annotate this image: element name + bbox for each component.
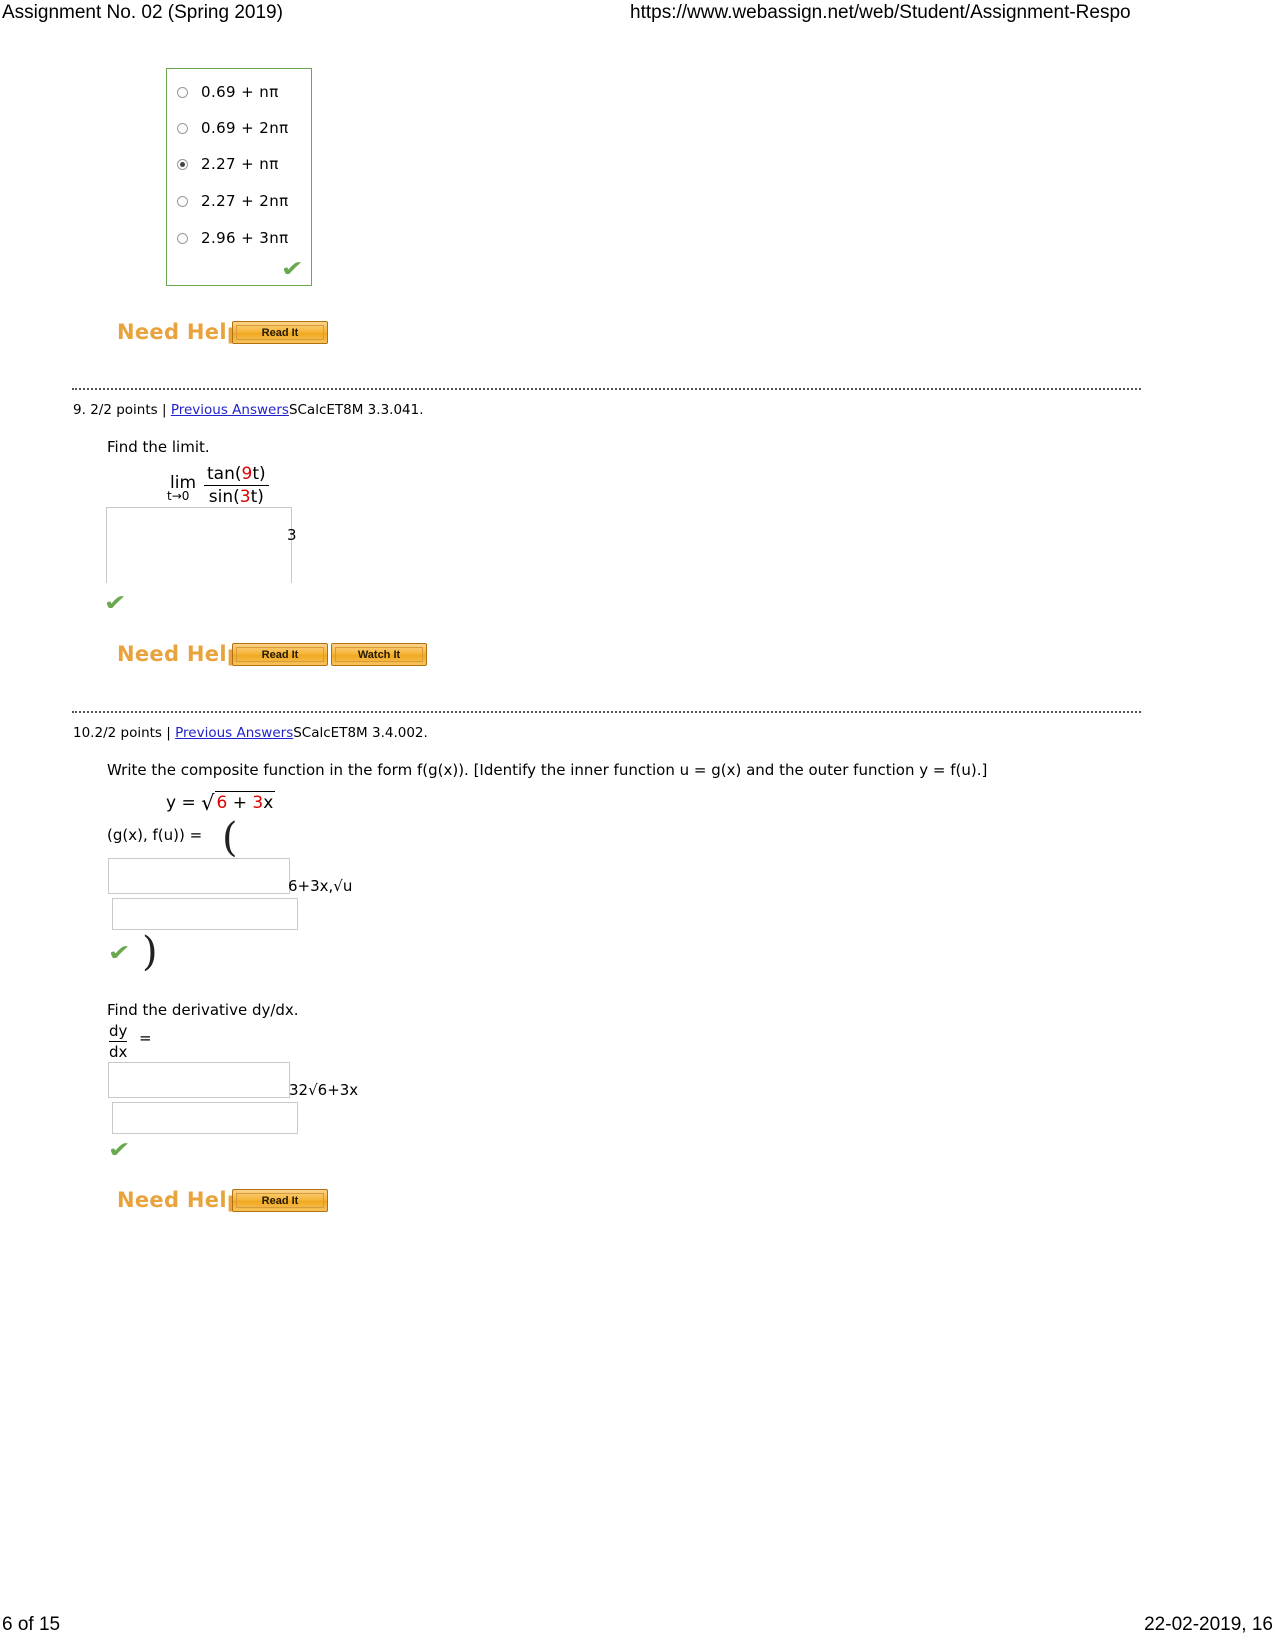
read-it-button-q9[interactable]: Read It: [232, 643, 328, 666]
choice-row-5[interactable]: 2.96 + 3nπ: [177, 229, 289, 247]
question-9-separator: |: [161, 402, 167, 418]
answer-value-q10: 6+3x,√u: [288, 877, 353, 895]
radicand-coefficient: 3: [252, 793, 264, 813]
choice-label-3: 2.27 + nπ: [201, 155, 279, 173]
print-header: Assignment No. 02 (Spring 2019) https://…: [0, 0, 1275, 34]
read-it-button-q9-label: Read It: [236, 647, 324, 662]
radio-button-5[interactable]: [177, 232, 188, 244]
question-10-points: 2/2 points: [94, 725, 162, 741]
close-paren-q10: ): [142, 929, 158, 975]
radio-button-3[interactable]: [177, 158, 188, 170]
derivative-input-denominator[interactable]: [112, 1102, 298, 1134]
dy-dx-fraction: dy dx: [109, 1022, 128, 1061]
question-divider-1: [72, 388, 1141, 390]
answer-value-q9: 3: [287, 526, 297, 544]
correct-check-icon-q8: ✔: [280, 257, 304, 282]
pair-label-q10: (g(x), f(u)) =: [107, 826, 203, 844]
limit-fraction-q9: tan(9t) sin(3t): [204, 464, 269, 507]
page-url: https://www.webassign.net/web/Student/As…: [630, 2, 1131, 23]
watch-it-button-q9[interactable]: Watch It: [331, 643, 427, 666]
limit-numerator-q9: tan(9t): [207, 464, 266, 484]
derivative-equals: =: [139, 1029, 152, 1047]
radio-button-4[interactable]: [177, 195, 188, 207]
previous-answers-link-q9[interactable]: Previous Answers: [171, 402, 289, 418]
question-10-meta: 10.2/2 points | Previous AnswersSCalcET8…: [73, 725, 428, 741]
choice-row-1[interactable]: 0.69 + nπ: [177, 83, 279, 101]
radio-button-2[interactable]: [177, 122, 188, 134]
read-it-button-q8-label: Read It: [236, 325, 324, 340]
question-9-prompt: Find the limit.: [107, 438, 210, 456]
answer-input-q9-extension[interactable]: [106, 555, 292, 583]
question-10-prompt: Write the composite function in the form…: [107, 761, 988, 779]
read-it-button-q10-label: Read It: [236, 1193, 324, 1208]
radical-sign-icon: √: [201, 791, 215, 815]
limit-denominator-q9: sin(3t): [208, 487, 264, 507]
dx-denominator: dx: [109, 1043, 128, 1061]
derivative-answer-value: 32√6+3x: [289, 1081, 359, 1099]
question-10-code: SCalcET8M 3.4.002.: [293, 725, 428, 741]
choice-label-2: 0.69 + 2nπ: [201, 119, 289, 137]
radicand: 6 + 3x: [214, 791, 276, 813]
limit-denominator-param: 3: [239, 487, 251, 507]
question-9-points: 2/2 points: [90, 402, 158, 418]
watch-it-button-q9-label: Watch It: [335, 647, 423, 662]
radio-button-1[interactable]: [177, 86, 188, 98]
correct-check-icon-q10-derivative: ✔: [107, 1138, 131, 1163]
radicand-const: 6: [216, 793, 228, 813]
fraction-bar-q9: [204, 485, 269, 486]
question-9-meta: 9. 2/2 points | Previous AnswersSCalcET8…: [73, 402, 424, 418]
correct-check-icon-q9: ✔: [103, 591, 127, 616]
choice-label-5: 2.96 + 3nπ: [201, 229, 289, 247]
answer-input-q10-fu[interactable]: [112, 898, 298, 930]
previous-answers-link-q10[interactable]: Previous Answers: [175, 725, 293, 741]
print-date: 22-02-2019, 16: [1144, 1614, 1273, 1635]
question-10-number: 10.: [73, 725, 95, 741]
multiple-choice-box: 0.69 + nπ 0.69 + 2nπ 2.27 + nπ 2.27 + 2n…: [166, 68, 312, 286]
read-it-button-q10[interactable]: Read It: [232, 1189, 328, 1212]
choice-row-2[interactable]: 0.69 + 2nπ: [177, 119, 289, 137]
function-lhs: y =: [166, 793, 196, 813]
assignment-title: Assignment No. 02 (Spring 2019): [2, 2, 283, 23]
question-9-number: 9.: [73, 402, 86, 418]
question-divider-2: [72, 711, 1141, 713]
derivative-prompt-q10: Find the derivative dy/dx.: [107, 1001, 299, 1019]
choice-row-4[interactable]: 2.27 + 2nπ: [177, 192, 289, 210]
limit-subscript-q9: t→0: [167, 489, 190, 503]
read-it-button-q8[interactable]: Read It: [232, 321, 328, 344]
choice-label-1: 0.69 + nπ: [201, 83, 279, 101]
derivative-input-numerator[interactable]: [108, 1062, 290, 1098]
correct-check-icon-q10-pair: ✔: [107, 941, 131, 966]
question-10-separator: |: [166, 725, 171, 741]
function-definition-q10: y = √ 6 + 3x: [166, 791, 276, 815]
choice-label-4: 2.27 + 2nπ: [201, 192, 289, 210]
print-footer: 6 of 15 22-02-2019, 16: [0, 1614, 1275, 1644]
limit-numerator-param: 9: [241, 464, 253, 484]
dy-numerator: dy: [109, 1022, 128, 1040]
question-9-code: SCalcET8M 3.3.041.: [288, 402, 424, 418]
dy-dx-bar: [109, 1041, 128, 1042]
choice-row-3[interactable]: 2.27 + nπ: [177, 155, 279, 173]
open-paren-q10: (: [222, 815, 238, 861]
page-number: 6 of 15: [2, 1614, 61, 1635]
answer-input-q10-gx[interactable]: [108, 858, 290, 894]
